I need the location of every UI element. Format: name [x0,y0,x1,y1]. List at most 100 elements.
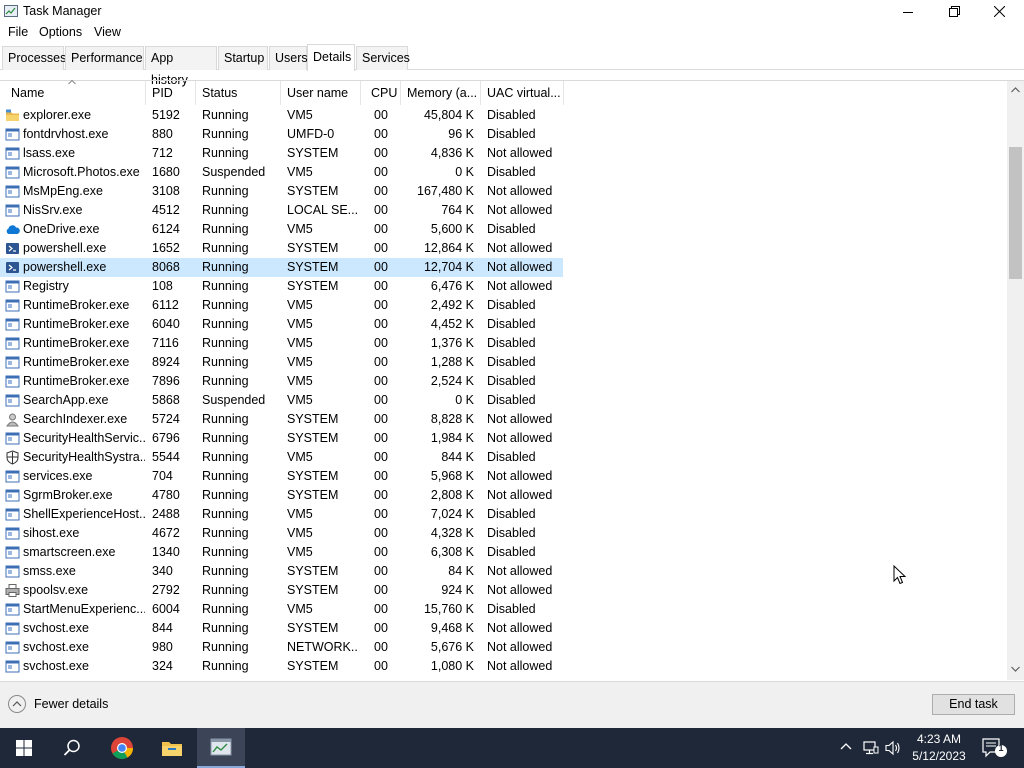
menu-options[interactable]: Options [39,25,82,39]
show-hidden-icons-icon[interactable] [840,742,852,750]
task-manager-taskbar-button[interactable] [197,728,245,768]
taskbar-clock[interactable]: 4:23 AM 5/12/2023 [908,731,970,765]
table-row[interactable]: svchost.exe 324 Running SYSTEM 00 1,080 K Not … [0,657,1006,676]
table-row[interactable]: RuntimeBroker.exe 8924 Running VM5 00 1,288 K… [0,353,1006,372]
cell-name: svchost.exe [23,659,90,673]
menu-file[interactable]: File [8,25,28,39]
minimize-icon [903,11,913,13]
tab-performance[interactable]: Performance [65,46,144,70]
app-icon [5,603,20,616]
table-row[interactable]: lsass.exe 712 Running SYSTEM 00 4,836 K Not al… [0,144,1006,163]
minimize-button[interactable] [885,0,931,23]
tab-app-history[interactable]: App history [145,46,217,87]
scroll-down-icon[interactable] [1011,666,1020,672]
mouse-cursor-icon [893,565,907,585]
column-header-user[interactable]: User name [280,81,361,105]
search-indexer-icon [6,413,19,427]
table-row[interactable]: SearchIndexer.exe 5724 Running SYSTEM 00 8,82… [0,410,1006,429]
cell-cpu: 00 [374,222,388,236]
column-header-pid[interactable]: PID [145,81,196,105]
table-row[interactable]: SecurityHealthServic... 6796 Running SYSTEM… [0,429,1006,448]
cell-memory: 2,808 K [430,488,474,502]
column-header-memory[interactable]: Memory (a... [400,81,481,105]
table-row[interactable]: smss.exe 340 Running SYSTEM 00 84 K Not allowe… [0,562,1006,581]
cell-status: Running [202,640,249,654]
menu-view[interactable]: View [94,25,121,39]
action-center-button[interactable]: 1 [982,737,1008,762]
table-row[interactable]: svchost.exe 844 Running SYSTEM 00 9,468 K Not … [0,619,1006,638]
cell-pid: 712 [152,146,173,160]
end-task-button[interactable]: End task [932,694,1015,715]
task-manager-app-icon [4,5,18,17]
table-row[interactable]: powershell.exe 8068 Running SYSTEM 00 12,704 … [0,258,1006,277]
table-row[interactable]: RuntimeBroker.exe 6112 Running VM5 00 2,492 K… [0,296,1006,315]
file-explorer-taskbar-button[interactable] [148,728,196,768]
cell-cpu: 00 [374,450,388,464]
table-row[interactable]: spoolsv.exe 2792 Running SYSTEM 00 924 K Not a… [0,581,1006,600]
tab-processes[interactable]: Processes [2,46,66,70]
cell-uac: Disabled [487,108,536,122]
cell-uac: Not allowed [487,279,553,293]
cell-user: VM5 [287,355,313,369]
table-row[interactable]: explorer.exe 5192 Running VM5 00 45,804 K Disa… [0,106,1006,125]
cell-status: Running [202,222,249,236]
app-icon [5,299,20,312]
fewer-details-button[interactable]: Fewer details [8,695,108,713]
cell-status: Running [202,564,249,578]
vertical-scrollbar[interactable] [1007,81,1024,680]
chrome-icon [111,737,133,759]
table-row[interactable]: RuntimeBroker.exe 6040 Running VM5 00 4,452 K… [0,315,1006,334]
table-row[interactable]: ShellExperienceHost.... 2488 Running VM5 00 7… [0,505,1006,524]
process-list: explorer.exe 5192 Running VM5 00 45,804 K Disa… [0,106,1006,681]
table-row[interactable]: RuntimeBroker.exe 7896 Running VM5 00 2,524 K… [0,372,1006,391]
table-row[interactable]: services.exe 704 Running SYSTEM 00 5,968 K Not… [0,467,1006,486]
table-row[interactable]: fontdrvhost.exe 880 Running UMFD-0 00 96 K Dis… [0,125,1006,144]
table-row[interactable]: NisSrv.exe 4512 Running LOCAL SE... 00 764 K N… [0,201,1006,220]
restore-button[interactable] [931,0,977,23]
start-button[interactable] [0,728,48,768]
column-header-status[interactable]: Status [195,81,281,105]
cell-user: VM5 [287,507,313,521]
tab-services[interactable]: Services [356,46,410,70]
volume-icon[interactable] [885,740,902,756]
tab-startup[interactable]: Startup [218,46,268,70]
cell-uac: Not allowed [487,184,553,198]
cell-memory: 1,288 K [430,355,474,369]
column-header-uac[interactable]: UAC virtual... [480,81,564,105]
table-row[interactable]: OneDrive.exe 6124 Running VM5 00 5,600 K Disab… [0,220,1006,239]
chrome-taskbar-button[interactable] [98,728,146,768]
cell-cpu: 00 [374,165,388,179]
tab-details[interactable]: Details [307,44,355,71]
cell-uac: Not allowed [487,583,553,597]
cell-name: OneDrive.exe [23,222,100,236]
table-row[interactable]: SecurityHealthSystra... 5544 Running VM5 00 8… [0,448,1006,467]
cell-uac: Not allowed [487,621,553,635]
cell-pid: 4780 [152,488,180,502]
scroll-up-icon[interactable] [1011,87,1020,93]
table-row[interactable]: powershell.exe 1652 Running SYSTEM 00 12,864 … [0,239,1006,258]
cell-pid: 5544 [152,450,180,464]
tab-users[interactable]: Users [269,46,308,70]
table-row[interactable]: RuntimeBroker.exe 7116 Running VM5 00 1,376 K… [0,334,1006,353]
table-row[interactable]: SgrmBroker.exe 4780 Running SYSTEM 00 2,808 K… [0,486,1006,505]
table-row[interactable]: SearchApp.exe 5868 Suspended VM5 00 0 K Disabl… [0,391,1006,410]
app-icon [5,185,20,198]
cell-cpu: 00 [374,393,388,407]
table-row[interactable]: Microsoft.Photos.exe 1680 Suspended VM5 00 0 … [0,163,1006,182]
close-button[interactable] [976,0,1022,23]
table-row[interactable]: smartscreen.exe 1340 Running VM5 00 6,308 K Di… [0,543,1006,562]
cell-status: Running [202,450,249,464]
column-header-cpu[interactable]: CPU [360,81,401,105]
table-row[interactable]: Registry 108 Running SYSTEM 00 6,476 K Not all… [0,277,1006,296]
scrollbar-thumb[interactable] [1009,147,1022,279]
search-button[interactable] [48,728,96,768]
cell-uac: Disabled [487,165,536,179]
cell-uac: Disabled [487,507,536,521]
table-row[interactable]: MsMpEng.exe 3108 Running SYSTEM 00 167,480 K N… [0,182,1006,201]
table-row[interactable]: sihost.exe 4672 Running VM5 00 4,328 K Disable… [0,524,1006,543]
table-row[interactable]: svchost.exe 980 Running NETWORK... 00 5,676 K… [0,638,1006,657]
column-header-name-label: Name [11,86,45,100]
table-row[interactable]: StartMenuExperienc... 6004 Running VM5 00 15,… [0,600,1006,619]
network-icon[interactable] [863,740,879,756]
cell-user: SYSTEM [287,279,339,293]
